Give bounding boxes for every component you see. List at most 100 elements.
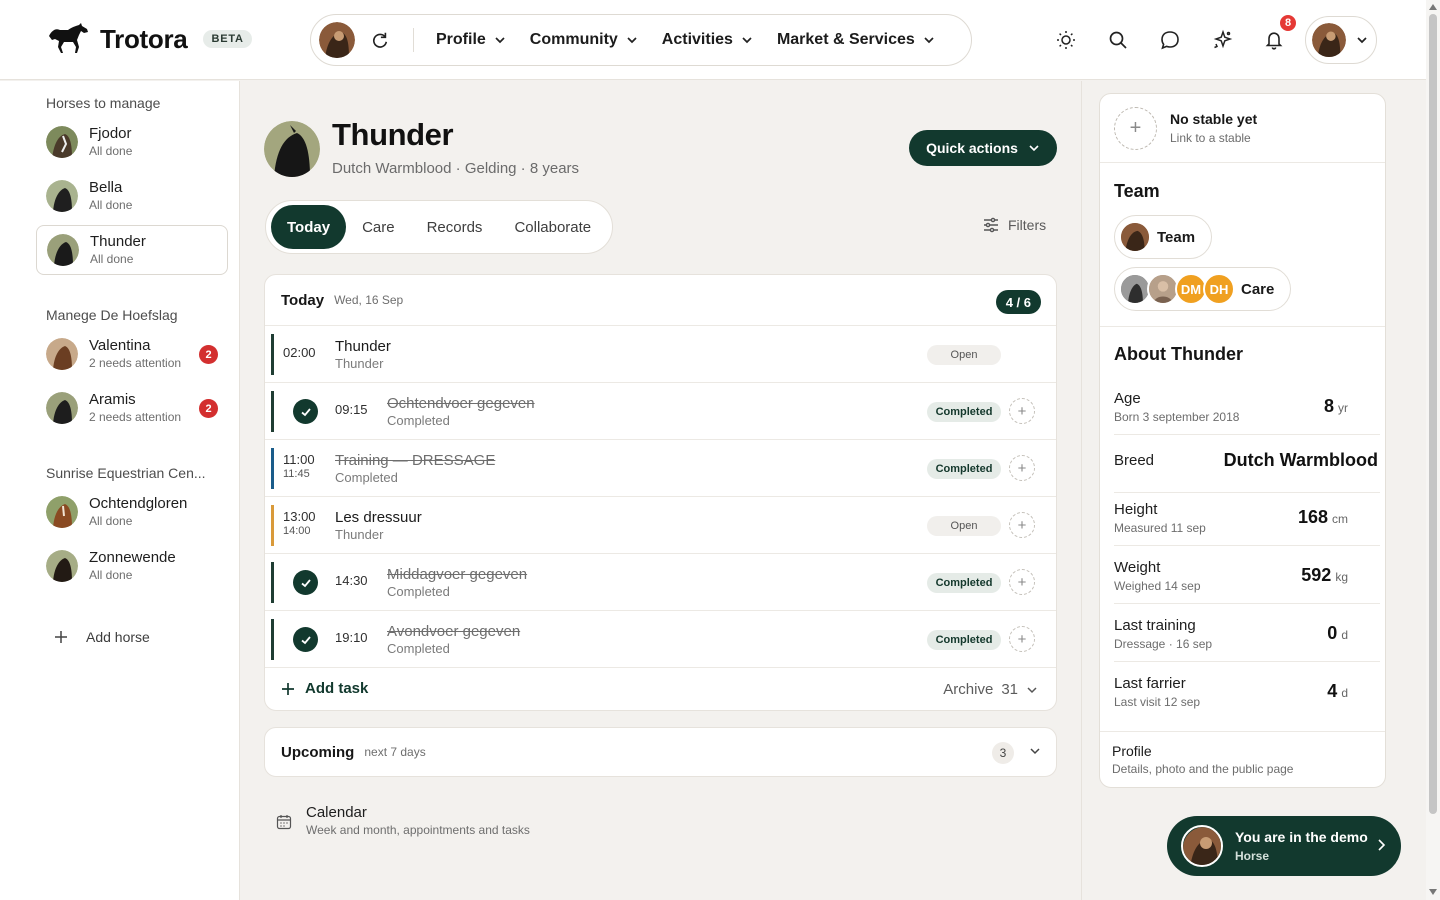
- task-row[interactable]: 19:10 Avondvoer gegeven Completed Comple…: [265, 611, 1056, 668]
- logo[interactable]: Trotora BETA: [46, 22, 252, 56]
- task-time: 19:10: [335, 630, 368, 645]
- chevron-down-icon: [1027, 686, 1037, 693]
- sidebar-item-ochtendgloren[interactable]: Ochtendgloren All done: [36, 487, 228, 537]
- avatar-stack: DM DH: [1119, 273, 1235, 305]
- stable-title: No stable yet: [1170, 111, 1258, 127]
- horse-name: Ochtendgloren: [89, 495, 188, 513]
- about-sub: Last visit 12 sep: [1114, 695, 1201, 709]
- task-row[interactable]: 09:15 Ochtendvoer gegeven Completed Comp…: [265, 383, 1056, 440]
- add-task-button[interactable]: Add task: [281, 680, 368, 697]
- today-header: Today Wed, 16 Sep 4 / 6: [265, 275, 1056, 326]
- tab-care[interactable]: Care: [346, 205, 411, 249]
- value-number: 8: [1323, 396, 1334, 416]
- demo-subtitle: Horse: [1235, 849, 1270, 863]
- chat-icon[interactable]: [1150, 20, 1190, 60]
- upcoming-section[interactable]: Upcoming next 7 days 3: [264, 727, 1057, 777]
- care-chip-label: Care: [1241, 280, 1275, 298]
- add-icon[interactable]: +: [1009, 398, 1035, 424]
- demo-avatar: [1181, 825, 1223, 867]
- about-row-last-farrier: Last farrier Last visit 12 sep 4d: [1114, 662, 1380, 720]
- sidebar-item-valentina[interactable]: Valentina 2 needs attention 2: [36, 329, 228, 379]
- task-row[interactable]: 13:00 14:00 Les dressuur Thunder Open +: [265, 497, 1056, 554]
- horse-avatar-large[interactable]: [264, 121, 320, 177]
- attention-badge: 2: [199, 345, 218, 364]
- filters-label: Filters: [1008, 217, 1047, 233]
- profile-link-subtitle: Details, photo and the public page: [1112, 762, 1294, 776]
- check-icon[interactable]: [293, 627, 318, 652]
- current-horse-avatar[interactable]: [319, 22, 355, 58]
- add-task-label: Add task: [305, 680, 369, 697]
- avatar-stack: [1119, 221, 1151, 253]
- task-row[interactable]: 11:00 11:45 Training — DRESSAGE Completed…: [265, 440, 1056, 497]
- task-row[interactable]: 14:30 Middagvoer gegeven Completed Compl…: [265, 554, 1056, 611]
- value-unit: yr: [1338, 401, 1348, 415]
- care-chip[interactable]: DM DH Care: [1114, 267, 1292, 311]
- task-row[interactable]: 02:00 Thunder Thunder Open: [265, 326, 1056, 383]
- task-title: Training — DRESSAGE: [335, 452, 496, 469]
- nav-community[interactable]: Community: [518, 31, 650, 49]
- horse-avatar: [46, 496, 78, 528]
- task-time: 11:00 11:45: [283, 452, 315, 481]
- theme-icon[interactable]: [1046, 20, 1086, 60]
- main-nav: Profile Community Activities Market & Se…: [310, 14, 972, 66]
- task-color-bar: [271, 448, 274, 489]
- about-label: Last training: [1114, 617, 1196, 634]
- add-icon[interactable]: +: [1009, 626, 1035, 652]
- add-icon[interactable]: +: [1009, 512, 1035, 538]
- horse-status: All done: [89, 144, 133, 159]
- scroll-down-arrow[interactable]: [1429, 889, 1437, 895]
- task-title: Middagvoer gegeven: [387, 566, 528, 583]
- sidebar-item-fjodor[interactable]: Fjodor All done: [36, 117, 228, 167]
- scroll-up-arrow[interactable]: [1429, 4, 1437, 10]
- tab-collaborate[interactable]: Collaborate: [498, 205, 607, 249]
- task-status-badge: Open: [927, 345, 1001, 365]
- search-icon[interactable]: [1098, 20, 1138, 60]
- sparkle-icon[interactable]: [1202, 20, 1242, 60]
- team-title: Team: [1114, 181, 1160, 201]
- about-row-last-training: Last training Dressage · 16 sep 0d: [1114, 604, 1380, 662]
- archive-toggle[interactable]: Archive 31: [943, 681, 1038, 698]
- sidebar-item-bella[interactable]: Bella All done: [36, 171, 228, 221]
- bell-icon[interactable]: 8: [1254, 13, 1298, 60]
- nav-profile[interactable]: Profile: [424, 31, 518, 49]
- add-icon[interactable]: +: [1009, 569, 1035, 595]
- sidebar-item-aramis[interactable]: Aramis 2 needs attention 2: [36, 383, 228, 433]
- horse-status: 2 needs attention: [89, 410, 182, 425]
- about-row-height: Height Measured 11 sep 168 cm: [1114, 488, 1380, 546]
- chevron-down-icon: [1029, 145, 1039, 152]
- horse-avatar: [46, 550, 78, 582]
- tab-today[interactable]: Today: [271, 205, 347, 249]
- task-title: Avondvoer gegeven: [387, 623, 521, 640]
- scroll-thumb[interactable]: [1429, 14, 1437, 814]
- task-status-badge: Completed: [927, 630, 1001, 650]
- nav-activities[interactable]: Activities: [650, 31, 765, 49]
- check-icon[interactable]: [293, 399, 318, 424]
- task-color-bar: [271, 619, 274, 660]
- demo-banner[interactable]: You are in the demo Horse: [1167, 816, 1401, 876]
- team-chip[interactable]: Team: [1114, 215, 1213, 259]
- quick-actions-button[interactable]: Quick actions: [909, 130, 1057, 166]
- nav-market-services[interactable]: Market & Services: [765, 31, 947, 49]
- sidebar-item-thunder[interactable]: Thunder All done: [36, 225, 228, 275]
- main-content: Thunder Dutch Warmblood · Gelding · 8 ye…: [240, 81, 1081, 900]
- filter-icon: [984, 217, 998, 233]
- add-horse-button[interactable]: Add horse: [54, 629, 150, 645]
- tab-records[interactable]: Records: [411, 205, 499, 249]
- horse-name-title: Thunder: [332, 117, 454, 152]
- upcoming-title: Upcoming: [281, 743, 355, 761]
- user-menu[interactable]: [1305, 16, 1377, 64]
- filters-button[interactable]: Filters: [983, 217, 1046, 233]
- calendar-link[interactable]: Calendar Week and month, appointments an…: [276, 804, 530, 837]
- refresh-icon[interactable]: [363, 23, 397, 57]
- task-end-time: 11:45: [283, 467, 310, 480]
- check-icon[interactable]: [293, 570, 318, 595]
- chevron-right-icon: [1378, 839, 1386, 851]
- task-title: Thunder: [335, 338, 391, 355]
- sidebar-item-zonnewende[interactable]: Zonnewende All done: [36, 541, 228, 591]
- scrollbar[interactable]: [1426, 0, 1440, 900]
- profile-link[interactable]: Profile Details, photo and the public pa…: [1112, 743, 1293, 776]
- link-stable-button[interactable]: + No stable yet Link to a stable: [1100, 94, 1385, 163]
- today-title: Today: [281, 291, 325, 309]
- add-icon[interactable]: +: [1009, 455, 1035, 481]
- task-subtitle: Thunder: [335, 527, 384, 542]
